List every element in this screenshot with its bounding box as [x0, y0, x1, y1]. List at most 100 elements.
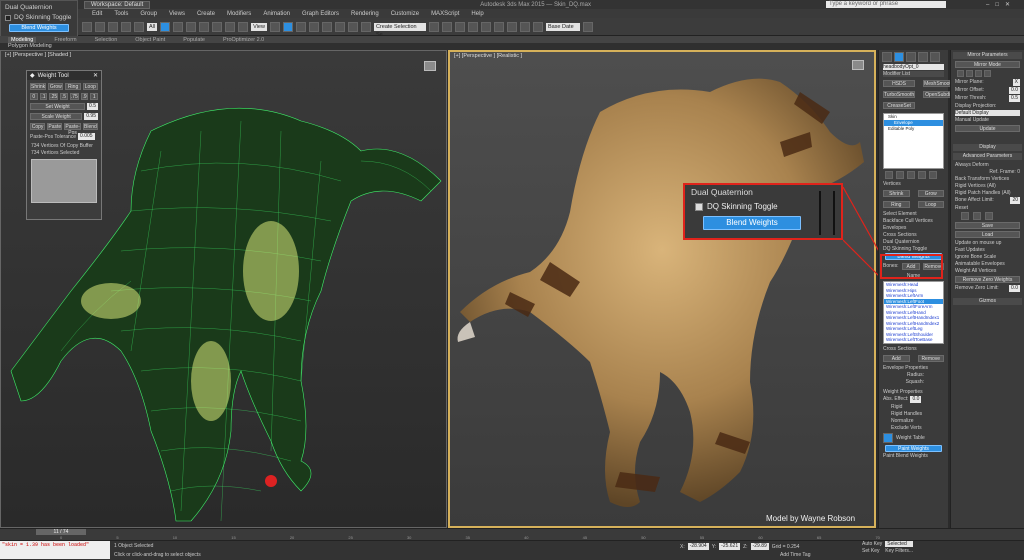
preset-1-button[interactable]: .1 [39, 93, 48, 100]
dq-toggle[interactable]: DQ Skinning Toggle [883, 246, 944, 252]
menu-graph-editors[interactable]: Graph Editors [302, 11, 339, 17]
undo-icon[interactable] [82, 21, 92, 32]
bone-list[interactable]: Wiremesh:Head Wiremesh:Hips Wiremesh:Lef… [883, 281, 944, 344]
render-icon[interactable] [532, 21, 543, 32]
opt-rigid[interactable]: Rigid [883, 404, 944, 410]
update-button[interactable]: Update [955, 125, 1020, 132]
set-weight-field[interactable]: 0.5 [87, 103, 98, 110]
bone-affect-limit-field[interactable]: 20 [1010, 197, 1020, 204]
spinner-snap-icon[interactable] [347, 21, 358, 32]
search-input[interactable]: Type a keyword or phrase [826, 1, 946, 8]
opt-always-deform[interactable]: Always Deform [955, 162, 1020, 168]
preset-75-button[interactable]: .75 [69, 93, 79, 100]
remove-zero-weights-button[interactable]: Remove Zero Weights [955, 276, 1020, 283]
opt-envelopes[interactable]: Envelopes [883, 225, 944, 231]
move-icon[interactable] [212, 21, 223, 32]
show-end-result-icon[interactable] [896, 171, 904, 179]
menu-edit[interactable]: Edit [92, 11, 102, 17]
layer-icon[interactable] [454, 21, 465, 32]
mirror-plane-dropdown[interactable]: X [1012, 79, 1020, 86]
opt-backface-cull[interactable]: Backface Cull Vertices [883, 218, 944, 224]
configure-sets-icon[interactable] [929, 171, 937, 179]
menu-create[interactable]: Create [197, 11, 215, 17]
paste-tolerance-field[interactable]: 0.005 [78, 133, 95, 140]
select-by-name-icon[interactable] [173, 21, 184, 32]
opt-update-mouse-up[interactable]: Update on mouse up [955, 240, 1020, 246]
render-frame-icon[interactable] [519, 21, 530, 32]
scale-icon[interactable] [238, 21, 249, 32]
snap-dropdown[interactable]: Base Date [545, 22, 580, 31]
workspace-dropdown[interactable]: Workspace: Default [84, 0, 151, 9]
set-weight-button[interactable]: Set Weight [30, 103, 86, 110]
load-button[interactable]: Load [955, 231, 1020, 238]
schematic-icon[interactable] [480, 21, 491, 32]
list-item[interactable]: Wiremesh:LeftHandIndex1 [884, 315, 943, 321]
selection-filter-dropdown[interactable]: All [147, 22, 158, 31]
z-field[interactable]: -29.89 [750, 543, 769, 550]
opt-cross-sections[interactable]: Cross Sections [883, 232, 944, 238]
menu-tools[interactable]: Tools [114, 11, 128, 17]
render-setup-icon[interactable] [506, 21, 517, 32]
set-key-button[interactable]: Set Key [862, 548, 882, 554]
align-icon[interactable] [441, 21, 452, 32]
advanced-params-title[interactable]: Advanced Parameters [953, 153, 1022, 160]
preset-5-button[interactable]: .5 [60, 93, 68, 100]
creaseset-button[interactable]: CreaseSet [883, 102, 916, 109]
modifier-list-dropdown[interactable]: Modifier List [883, 71, 944, 77]
mirror-offset-field[interactable]: 0.0 [1009, 87, 1020, 94]
key-mode-dropdown[interactable]: Selected [885, 541, 914, 547]
menu-customize[interactable]: Customize [391, 11, 419, 17]
grow-button[interactable]: Grow [48, 83, 64, 90]
object-name-field[interactable]: headbodyOpt_0 [883, 64, 944, 70]
hierarchy-tab-icon[interactable] [906, 52, 916, 62]
mirror-verts-icon[interactable] [984, 70, 991, 77]
mirror-params-title[interactable]: Mirror Parameters [953, 52, 1022, 59]
unlink-icon[interactable] [121, 21, 131, 32]
shrink-button[interactable]: Shrink [883, 190, 910, 197]
rotate-icon[interactable] [225, 21, 236, 32]
link-icon[interactable] [108, 21, 118, 32]
mirror-paste-icon[interactable] [957, 70, 964, 77]
preset-0-button[interactable]: 0 [30, 93, 38, 100]
named-selection-dropdown[interactable]: Create Selection Se [373, 22, 426, 38]
menu-views[interactable]: Views [169, 11, 185, 17]
menu-modifiers[interactable]: Modifiers [227, 11, 251, 17]
opt-animatable-envelopes[interactable]: Animatable Envelopes [955, 261, 1020, 267]
cross-add-button[interactable]: Add [883, 354, 910, 362]
snap-icon[interactable] [308, 21, 319, 32]
mirror-green-icon[interactable] [966, 70, 973, 77]
ref-frame-field[interactable]: Ref. Frame: 0 [955, 169, 1020, 175]
reset-all-icon[interactable] [985, 212, 993, 220]
paint-blend-weights-toggle[interactable]: Paint Blend Weights [883, 453, 944, 459]
weight-tool-dialog[interactable]: ◆ Weight Tool ✕ Shrink Grow Ring Loop 0 .1… [26, 70, 102, 220]
reset-verts-icon[interactable] [961, 212, 969, 220]
copy-button[interactable]: Copy [30, 123, 46, 130]
opt-exclude-verts[interactable]: Exclude Verts [883, 425, 944, 431]
menu-animation[interactable]: Animation [263, 11, 290, 17]
mirror-mode-button[interactable]: Mirror Mode [955, 61, 1020, 68]
ribbon-subpanel[interactable]: Polygon Modeling [0, 43, 1024, 50]
add-time-tag[interactable]: Add Time Tag [780, 552, 810, 558]
opt-weight-all-vertices[interactable]: Weight All Vertices [955, 268, 1020, 274]
paint-weights-button[interactable]: Paint Weights [885, 444, 942, 452]
pin-stack-icon[interactable] [885, 171, 893, 179]
auto-key-button[interactable]: Auto Key [862, 541, 882, 547]
opt-ignore-bone-scale[interactable]: Ignore Bone Scale [955, 254, 1020, 260]
select-icon[interactable] [160, 21, 171, 32]
modifier-stack[interactable]: Skin Envelope Editable Poly [883, 113, 944, 169]
ribbon-tab-selection[interactable]: Selection [95, 37, 118, 43]
ring-button[interactable]: Ring [65, 83, 81, 90]
viewport-realistic[interactable]: [+] [Perspective ] [Realistic ] [448, 50, 876, 528]
close-icon[interactable]: ✕ [93, 72, 98, 79]
angle-snap-icon[interactable] [321, 21, 332, 32]
curve-editor-icon[interactable] [467, 21, 478, 32]
extra-tool-icon[interactable] [582, 21, 593, 32]
menu-rendering[interactable]: Rendering [351, 11, 379, 17]
opt-rigid-handles[interactable]: Rigid Handles [883, 411, 944, 417]
mirror-blue-icon[interactable] [975, 70, 982, 77]
callout-blend-button[interactable]: Blend Weights [703, 216, 801, 230]
list-item[interactable]: Wiremesh:LeftToeBase [884, 337, 943, 343]
abs-effect-field[interactable]: 0.0 [910, 395, 922, 403]
save-button[interactable]: Save [955, 222, 1020, 229]
opt-rigid-patch[interactable]: Rigid Patch Handles (All) [955, 190, 1020, 196]
